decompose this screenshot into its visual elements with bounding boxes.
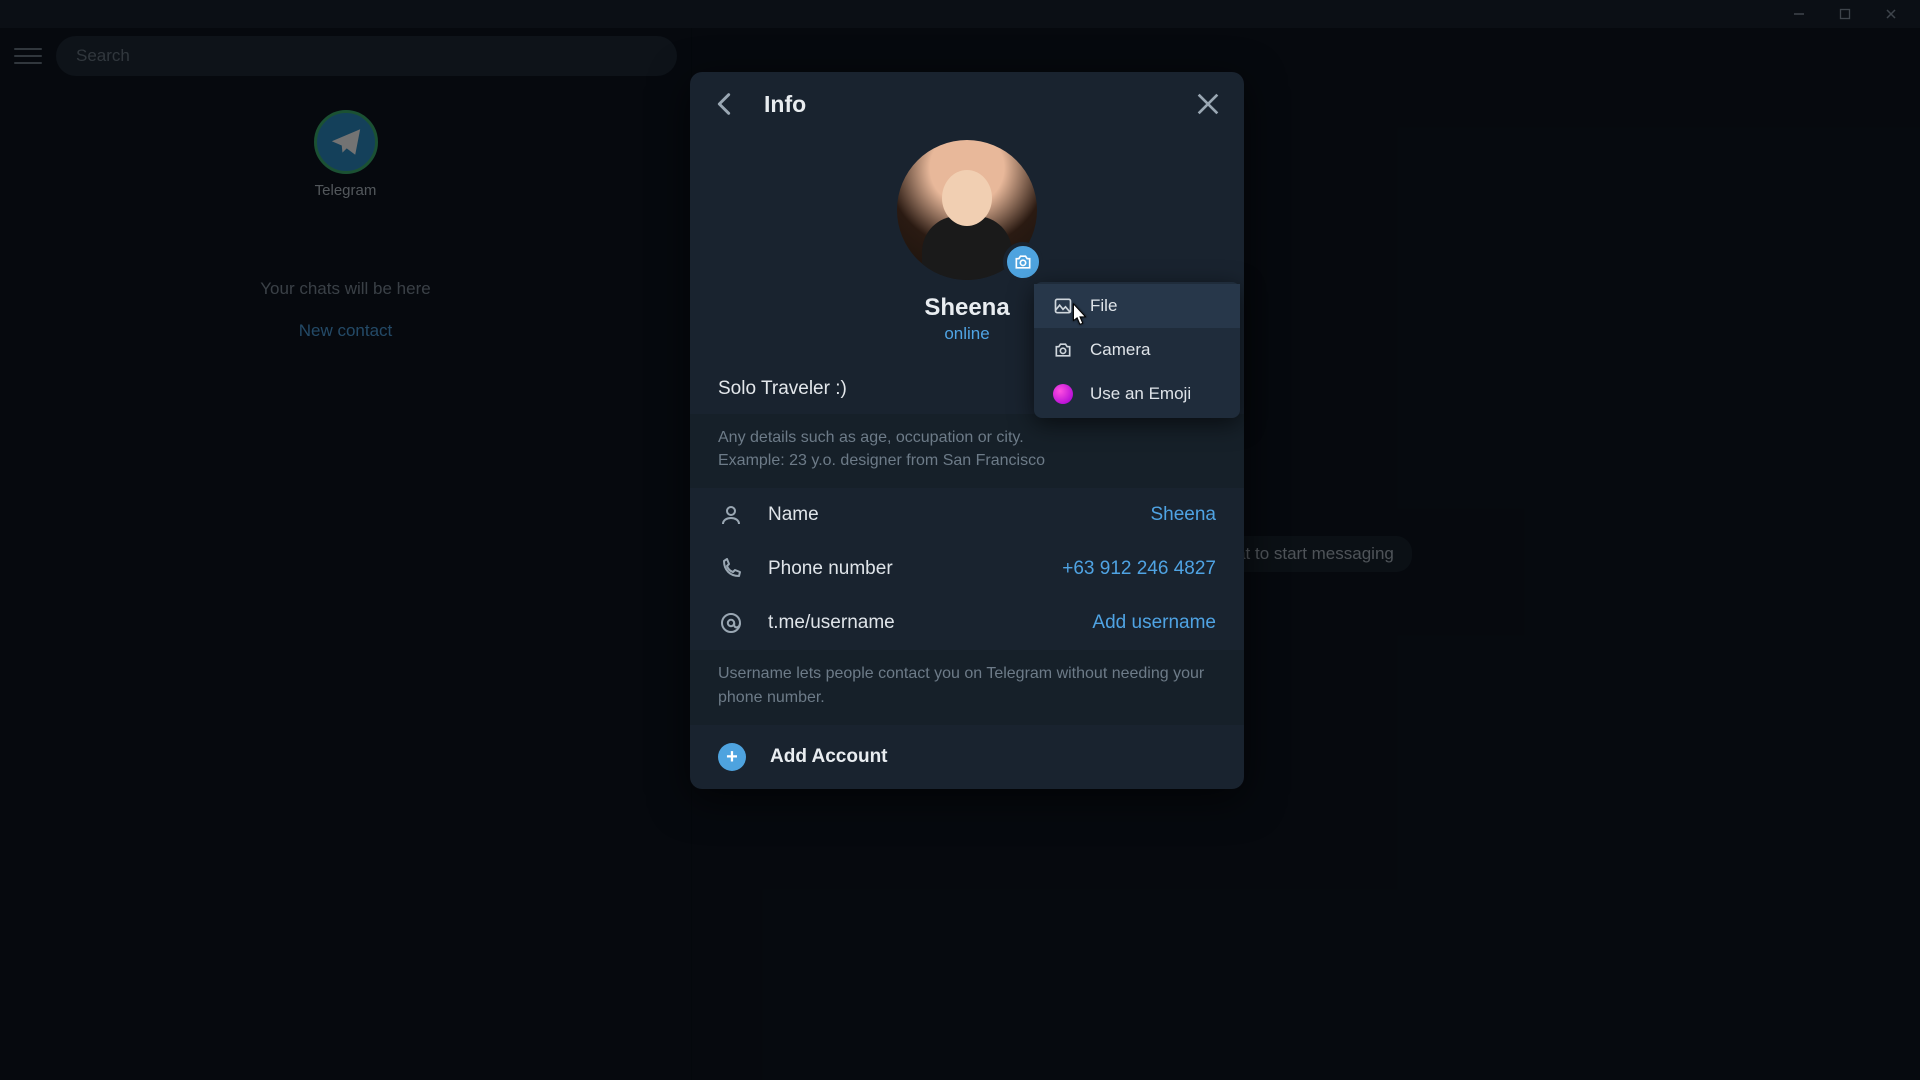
close-button[interactable] — [1192, 88, 1224, 120]
phone-icon — [718, 556, 744, 582]
photo-source-menu: File Camera Use an Emoji — [1034, 282, 1240, 418]
plus-icon: + — [718, 743, 746, 771]
info-row-username[interactable]: t.me/username Add username — [690, 596, 1244, 650]
photo-source-file[interactable]: File — [1034, 284, 1240, 328]
row-label: Phone number — [768, 558, 1038, 580]
row-value: +63 912 246 4827 — [1062, 558, 1216, 580]
bio-hint: Any details such as age, occupation or c… — [690, 414, 1244, 488]
info-modal-header: Info — [690, 72, 1244, 136]
profile-status: online — [944, 324, 989, 344]
row-value: Sheena — [1150, 504, 1216, 526]
arrow-left-icon — [710, 88, 742, 120]
menu-item-label: File — [1090, 296, 1117, 316]
menu-item-label: Camera — [1090, 340, 1150, 360]
avatar-wrap — [897, 140, 1037, 280]
bio-hint-line: Any details such as age, occupation or c… — [718, 426, 1216, 449]
photo-source-emoji[interactable]: Use an Emoji — [1034, 372, 1240, 416]
photo-source-camera[interactable]: Camera — [1034, 328, 1240, 372]
add-account-label: Add Account — [770, 746, 888, 768]
menu-item-label: Use an Emoji — [1090, 384, 1191, 404]
info-modal-title: Info — [764, 91, 1170, 118]
info-modal: Info Sheena online Solo Traveler :) Any … — [690, 72, 1244, 789]
camera-icon — [1052, 339, 1074, 361]
username-hint: Username lets people contact you on Tele… — [690, 650, 1244, 724]
info-row-phone[interactable]: Phone number +63 912 246 4827 — [690, 542, 1244, 596]
add-account-button[interactable]: + Add Account — [690, 725, 1244, 789]
user-icon — [718, 502, 744, 528]
back-button[interactable] — [710, 88, 742, 120]
row-value: Add username — [1092, 612, 1216, 634]
bio-hint-line: Example: 23 y.o. designer from San Franc… — [718, 449, 1216, 472]
emoji-icon — [1052, 383, 1074, 405]
row-label: Name — [768, 504, 1126, 526]
image-icon — [1052, 295, 1074, 317]
info-rows: Name Sheena Phone number +63 912 246 482… — [690, 488, 1244, 650]
camera-icon — [1013, 252, 1033, 272]
change-photo-button[interactable] — [1003, 242, 1043, 282]
row-label: t.me/username — [768, 612, 1068, 634]
info-row-name[interactable]: Name Sheena — [690, 488, 1244, 542]
close-icon — [1192, 88, 1224, 120]
profile-name: Sheena — [924, 294, 1009, 322]
at-icon — [718, 610, 744, 636]
